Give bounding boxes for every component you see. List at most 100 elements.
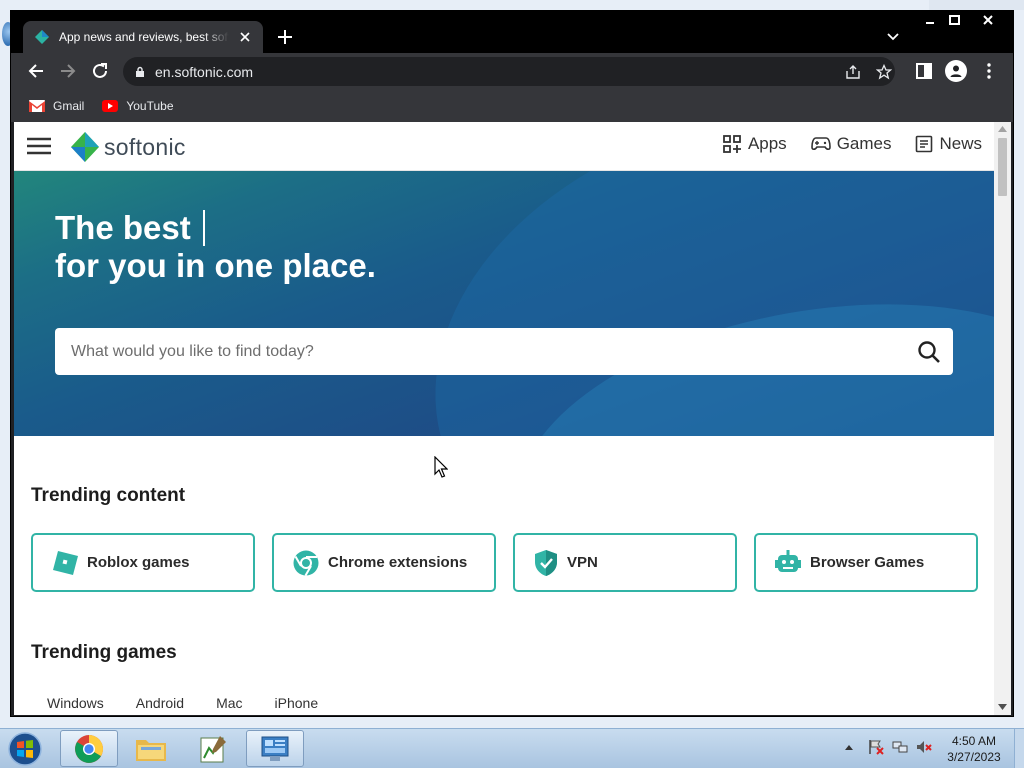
maximize-button[interactable] — [943, 11, 965, 29]
folder-icon — [136, 739, 166, 761]
clock-date: 3/27/2023 — [947, 750, 1001, 764]
profile-avatar[interactable] — [945, 60, 967, 82]
page-scrollbar[interactable] — [994, 122, 1011, 715]
clock-time: 4:50 AM — [951, 734, 997, 748]
nav-news[interactable]: News — [915, 134, 982, 154]
gamepad-icon — [810, 137, 831, 151]
softonic-favicon-icon — [35, 30, 49, 44]
taskbar-notepad[interactable] — [184, 730, 242, 767]
trending-card-roblox[interactable]: Roblox games — [31, 533, 255, 592]
search-icon[interactable] — [917, 340, 941, 364]
bookmark-label: Gmail — [53, 98, 85, 113]
show-desktop-button[interactable] — [1014, 729, 1024, 768]
start-button[interactable] — [6, 731, 44, 767]
bookmark-gmail[interactable]: Gmail — [29, 99, 84, 113]
robot-icon — [775, 549, 801, 572]
card-label: Browser Games — [810, 554, 925, 571]
text-caret — [202, 210, 205, 246]
platform-tabs: Windows Android Mac iPhone — [47, 695, 350, 711]
address-bar[interactable]: en.softonic.com — [123, 57, 895, 86]
shield-icon — [535, 549, 557, 576]
trending-card-chrome[interactable]: Chrome extensions — [272, 533, 496, 592]
gmail-icon — [29, 99, 45, 112]
hero-line-1: The best — [55, 209, 191, 246]
nav-apps[interactable]: Apps — [722, 134, 787, 154]
person-icon — [950, 65, 962, 77]
tab-iphone[interactable]: iPhone — [275, 695, 319, 711]
tab-title: App news and reviews, best software down… — [59, 30, 229, 44]
scrollbar-thumb[interactable] — [998, 138, 1007, 196]
tab-mac[interactable]: Mac — [216, 695, 242, 711]
close-tab-icon[interactable] — [237, 29, 253, 45]
bookmark-star-icon[interactable] — [876, 64, 892, 80]
logo-wordmark: softonic — [104, 133, 186, 160]
volume-muted-icon[interactable] — [916, 739, 932, 755]
trending-card-vpn[interactable]: VPN — [513, 533, 737, 592]
page-viewport: softonic Apps Games News The best for yo… — [14, 122, 994, 715]
card-label: Chrome extensions — [328, 554, 468, 571]
taskbar-clock[interactable]: 4:50 AM 3/27/2023 — [936, 733, 1012, 765]
system-tray — [844, 739, 932, 755]
taskbar-explorer[interactable] — [122, 730, 180, 767]
news-icon — [916, 135, 933, 153]
softonic-logo-icon — [71, 132, 99, 162]
lock-icon[interactable] — [135, 66, 145, 78]
hero-line-2: for you in one place. — [55, 247, 376, 284]
tab-strip: App news and reviews, best software down… — [11, 11, 1013, 53]
youtube-icon — [102, 99, 119, 112]
more-menu-icon[interactable] — [979, 61, 999, 81]
chart-editor-icon — [200, 735, 226, 762]
browser-tab[interactable]: App news and reviews, best software down… — [23, 21, 263, 53]
trending-games-title: Trending games — [31, 642, 177, 663]
side-panel-icon[interactable] — [914, 61, 934, 81]
control-panel-icon — [261, 736, 289, 761]
minimize-button[interactable] — [919, 11, 941, 29]
trending-cards: Roblox games Chrome extensions VPN Brows… — [31, 533, 994, 592]
tab-windows[interactable]: Windows — [47, 695, 104, 711]
browser-window: App news and reviews, best software down… — [10, 10, 1014, 717]
mouse-cursor-icon — [434, 456, 448, 478]
nav-label: Games — [836, 134, 892, 153]
trending-content-title: Trending content — [31, 485, 186, 506]
site-header: softonic Apps Games News — [14, 122, 994, 171]
forward-arrow-icon[interactable] — [58, 61, 78, 81]
scroll-down-icon[interactable] — [998, 704, 1007, 710]
background-window-controls — [929, 0, 1024, 10]
tab-android[interactable]: Android — [136, 695, 184, 711]
nav-label: News — [939, 134, 982, 153]
url-text: en.softonic.com — [155, 63, 254, 80]
bookmark-youtube[interactable]: YouTube — [102, 98, 174, 113]
card-label: Roblox games — [87, 554, 190, 571]
trending-card-browser-games[interactable]: Browser Games — [754, 533, 978, 592]
apps-grid-icon — [723, 135, 741, 153]
card-label: VPN — [567, 554, 598, 571]
browser-toolbar: en.softonic.com — [11, 53, 1013, 89]
bookmark-label: YouTube — [126, 98, 174, 113]
hero-banner: The best for you in one place. — [14, 171, 994, 436]
back-arrow-icon[interactable] — [26, 61, 46, 81]
show-hidden-icons-icon[interactable] — [844, 743, 854, 751]
windows-start-icon — [8, 732, 42, 766]
hamburger-menu-icon[interactable] — [26, 136, 52, 156]
chrome-icon — [75, 734, 103, 763]
taskbar-control-panel[interactable] — [246, 730, 304, 767]
site-logo[interactable]: softonic — [70, 131, 186, 163]
action-center-flag-icon[interactable] — [868, 739, 884, 755]
chevron-down-icon[interactable] — [885, 29, 901, 45]
network-icon[interactable] — [892, 739, 908, 755]
new-tab-icon[interactable] — [275, 27, 295, 47]
nav-games[interactable]: Games — [810, 134, 892, 154]
search-input[interactable] — [71, 342, 917, 361]
taskbar-chrome[interactable] — [60, 730, 118, 767]
close-window-button[interactable] — [971, 11, 1005, 29]
nav-label: Apps — [747, 134, 787, 153]
hero-heading: The best for you in one place. — [55, 209, 376, 285]
roblox-icon — [53, 550, 78, 575]
chrome-icon — [293, 550, 319, 576]
reload-icon[interactable] — [90, 61, 110, 81]
share-icon[interactable] — [845, 64, 861, 80]
scroll-up-icon[interactable] — [998, 126, 1007, 132]
taskbar: 4:50 AM 3/27/2023 — [0, 728, 1024, 768]
search-box[interactable] — [55, 328, 953, 375]
main-nav: Apps Games News — [722, 134, 994, 154]
